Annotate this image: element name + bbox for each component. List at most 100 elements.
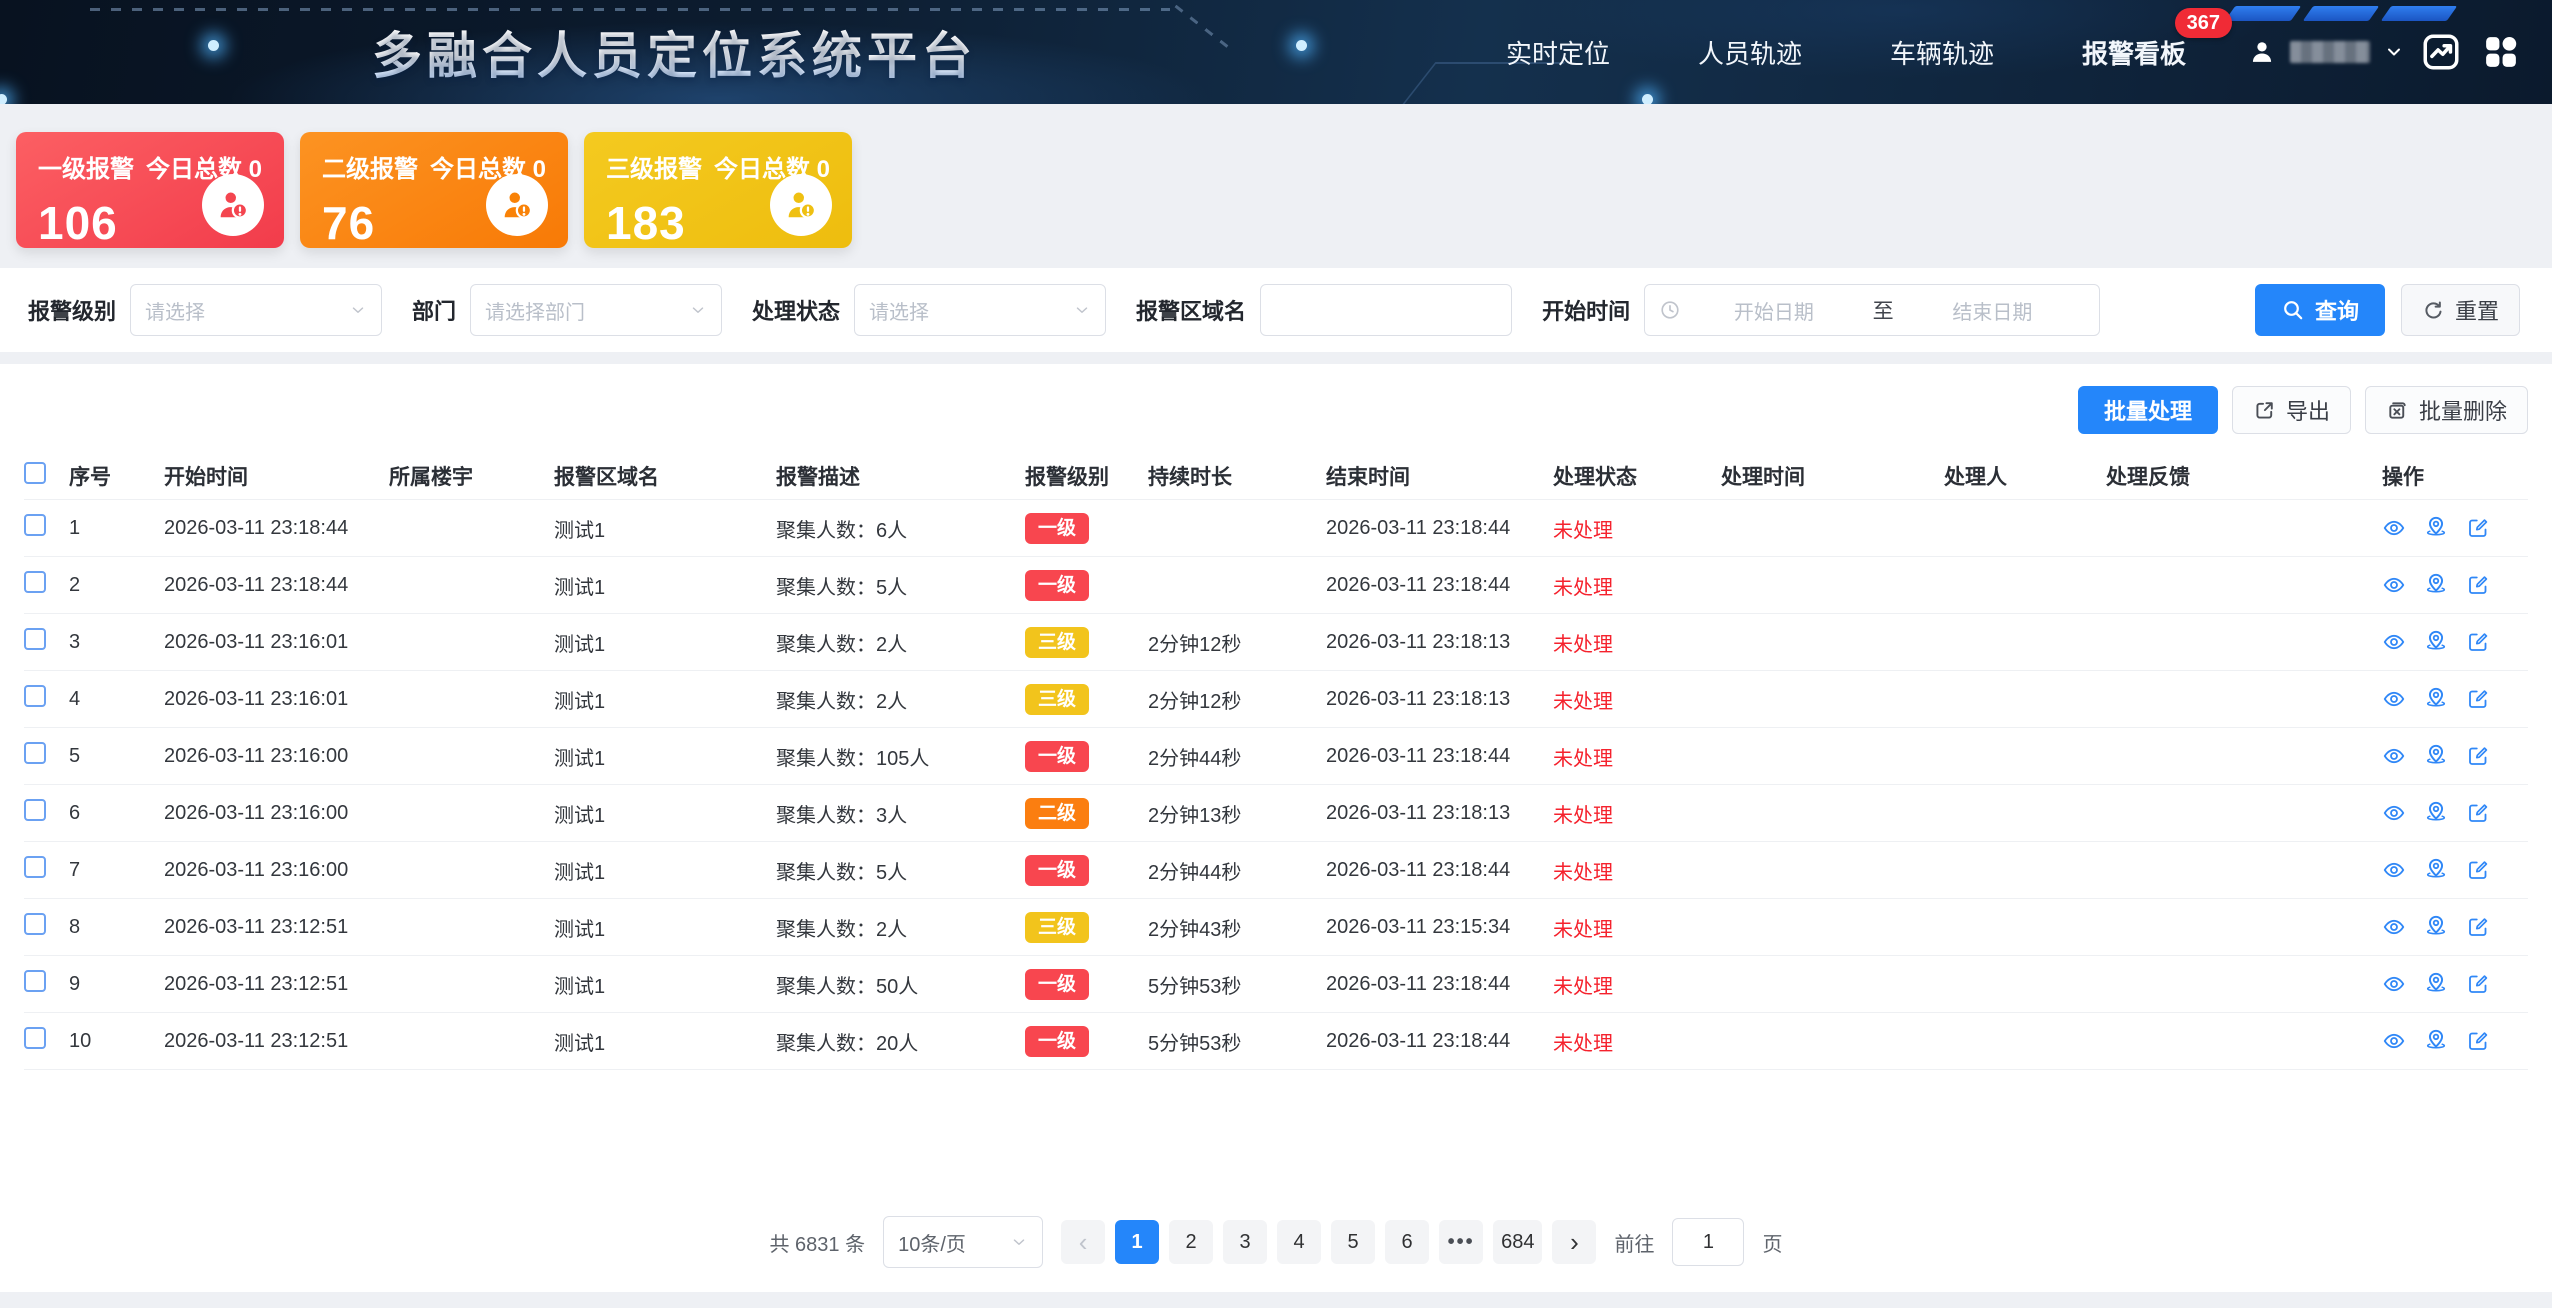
date-range-picker[interactable]: 开始日期 至 结束日期 bbox=[1644, 284, 2100, 336]
row-checkbox[interactable] bbox=[24, 1027, 46, 1049]
chevron-down-icon[interactable] bbox=[2384, 42, 2404, 62]
page-button-3[interactable]: 3 bbox=[1223, 1220, 1267, 1264]
column-header: 持续时长 bbox=[1148, 461, 1326, 491]
row-actions-cell bbox=[2382, 743, 2528, 769]
reset-button[interactable]: 重置 bbox=[2401, 284, 2520, 336]
column-header: 报警级别 bbox=[1025, 461, 1148, 491]
row-end-time: 2026-03-11 23:18:13 bbox=[1326, 688, 1553, 711]
search-button[interactable]: 查询 bbox=[2255, 284, 2385, 336]
row-checkbox[interactable] bbox=[24, 685, 46, 707]
locate-pin-icon[interactable] bbox=[2423, 515, 2449, 541]
locate-pin-icon[interactable] bbox=[2423, 914, 2449, 940]
locate-pin-icon[interactable] bbox=[2423, 1028, 2449, 1054]
view-eye-icon[interactable] bbox=[2382, 972, 2406, 996]
edit-icon[interactable] bbox=[2466, 801, 2490, 825]
row-description: 聚集人数：2人 bbox=[776, 628, 1025, 657]
user-area[interactable] bbox=[2248, 29, 2524, 75]
export-button[interactable]: 导出 bbox=[2232, 386, 2351, 434]
batch-delete-button[interactable]: 批量删除 bbox=[2365, 386, 2528, 434]
filter-status-select[interactable]: 请选择 bbox=[854, 284, 1106, 336]
glow-dot bbox=[1642, 94, 1653, 104]
row-duration: 2分钟13秒 bbox=[1148, 799, 1326, 828]
refresh-icon bbox=[2422, 299, 2445, 322]
pagination-total: 共 6831 条 bbox=[770, 1228, 866, 1257]
prev-page-button[interactable]: ‹ bbox=[1061, 1220, 1105, 1264]
row-description: 聚集人数：3人 bbox=[776, 799, 1025, 828]
batch-process-button[interactable]: 批量处理 bbox=[2078, 386, 2218, 434]
edit-icon[interactable] bbox=[2466, 972, 2490, 996]
edit-icon[interactable] bbox=[2466, 1029, 2490, 1053]
row-status-cell: 未处理 bbox=[1553, 571, 1721, 600]
select-all-checkbox[interactable] bbox=[24, 462, 46, 484]
page-button-4[interactable]: 4 bbox=[1277, 1220, 1321, 1264]
row-description: 聚集人数：5人 bbox=[776, 571, 1025, 600]
view-eye-icon[interactable] bbox=[2382, 516, 2406, 540]
row-no: 2 bbox=[69, 574, 164, 597]
edit-icon[interactable] bbox=[2466, 687, 2490, 711]
page-size-select[interactable]: 10条/页 bbox=[883, 1216, 1043, 1268]
edit-icon[interactable] bbox=[2466, 744, 2490, 768]
page-button-6[interactable]: 6 bbox=[1385, 1220, 1429, 1264]
edit-icon[interactable] bbox=[2466, 915, 2490, 939]
next-page-button[interactable]: › bbox=[1552, 1220, 1596, 1264]
row-checkbox[interactable] bbox=[24, 970, 46, 992]
page-button-5[interactable]: 5 bbox=[1331, 1220, 1375, 1264]
view-eye-icon[interactable] bbox=[2382, 1029, 2406, 1053]
alarm-area-input[interactable] bbox=[1260, 284, 1512, 336]
row-checkbox[interactable] bbox=[24, 571, 46, 593]
locate-pin-icon[interactable] bbox=[2423, 800, 2449, 826]
goto-page-input[interactable] bbox=[1672, 1218, 1744, 1266]
filter-level-select[interactable]: 请选择 bbox=[130, 284, 382, 336]
status-text: 未处理 bbox=[1553, 919, 1613, 941]
monitor-trend-button[interactable] bbox=[2418, 29, 2464, 75]
locate-pin-icon[interactable] bbox=[2423, 743, 2449, 769]
edit-icon[interactable] bbox=[2466, 858, 2490, 882]
row-checkbox[interactable] bbox=[24, 913, 46, 935]
view-eye-icon[interactable] bbox=[2382, 630, 2406, 654]
row-status-cell: 未处理 bbox=[1553, 913, 1721, 942]
row-checkbox[interactable] bbox=[24, 742, 46, 764]
app-title: 多融合人员定位系统平台 bbox=[372, 16, 977, 88]
row-description: 聚集人数：6人 bbox=[776, 514, 1025, 543]
edit-icon[interactable] bbox=[2466, 630, 2490, 654]
filter-dept-select[interactable]: 请选择部门 bbox=[470, 284, 722, 336]
row-checkbox[interactable] bbox=[24, 514, 46, 536]
locate-pin-icon[interactable] bbox=[2423, 572, 2449, 598]
view-eye-icon[interactable] bbox=[2382, 915, 2406, 939]
row-end-time: 2026-03-11 23:18:44 bbox=[1326, 574, 1553, 597]
view-eye-icon[interactable] bbox=[2382, 801, 2406, 825]
locate-pin-icon[interactable] bbox=[2423, 686, 2449, 712]
locate-pin-icon[interactable] bbox=[2423, 857, 2449, 883]
header-dashed-line-diagonal bbox=[1174, 5, 1231, 50]
locate-pin-icon[interactable] bbox=[2423, 971, 2449, 997]
row-status-cell: 未处理 bbox=[1553, 685, 1721, 714]
filter-status-group: 处理状态 请选择 bbox=[752, 284, 1106, 336]
nav-item-1[interactable]: 实时定位 bbox=[1506, 34, 1610, 71]
row-start-time: 2026-03-11 23:16:00 bbox=[164, 802, 389, 825]
page-button-684[interactable]: 684 bbox=[1493, 1220, 1542, 1264]
row-checkbox-cell bbox=[24, 856, 69, 884]
apps-grid-button[interactable] bbox=[2478, 29, 2524, 75]
edit-icon[interactable] bbox=[2466, 516, 2490, 540]
locate-pin-icon[interactable] bbox=[2423, 629, 2449, 655]
pager-ellipsis[interactable]: ••• bbox=[1439, 1220, 1483, 1264]
row-actions-cell bbox=[2382, 857, 2528, 883]
row-checkbox[interactable] bbox=[24, 856, 46, 878]
row-checkbox[interactable] bbox=[24, 628, 46, 650]
edit-icon[interactable] bbox=[2466, 573, 2490, 597]
view-eye-icon[interactable] bbox=[2382, 858, 2406, 882]
view-eye-icon[interactable] bbox=[2382, 687, 2406, 711]
page-button-2[interactable]: 2 bbox=[1169, 1220, 1213, 1264]
page-button-1[interactable]: 1 bbox=[1115, 1220, 1159, 1264]
export-label: 导出 bbox=[2286, 394, 2330, 426]
nav-item-4[interactable]: 报警看板367 bbox=[2082, 34, 2186, 71]
nav-item-2[interactable]: 人员轨迹 bbox=[1698, 34, 1802, 71]
row-start-time: 2026-03-11 23:12:51 bbox=[164, 973, 389, 996]
row-checkbox[interactable] bbox=[24, 799, 46, 821]
row-checkbox-cell bbox=[24, 571, 69, 599]
view-eye-icon[interactable] bbox=[2382, 573, 2406, 597]
view-eye-icon[interactable] bbox=[2382, 744, 2406, 768]
search-icon bbox=[2281, 298, 2305, 322]
nav-item-3[interactable]: 车辆轨迹 bbox=[1890, 34, 1994, 71]
row-end-time: 2026-03-11 23:18:44 bbox=[1326, 859, 1553, 882]
